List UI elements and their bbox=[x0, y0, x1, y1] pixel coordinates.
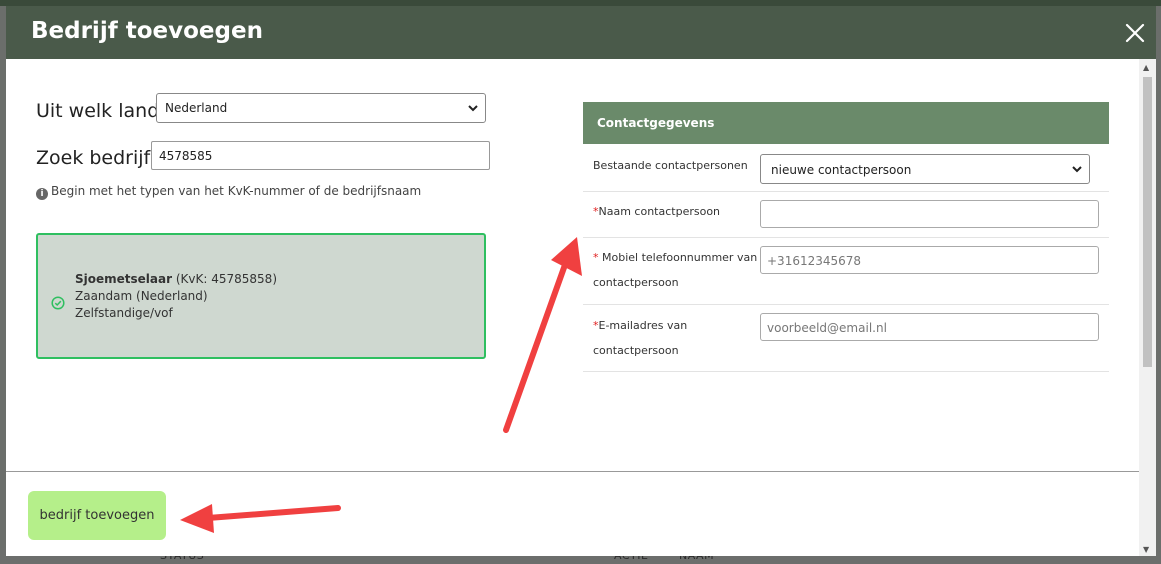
contact-phone-label-line1: Mobiel telefoonnummer van bbox=[602, 251, 758, 264]
add-company-button[interactable]: bedrijf toevoegen bbox=[28, 491, 166, 540]
scroll-up-icon[interactable]: ▲ bbox=[1143, 63, 1149, 72]
search-label: Zoek bedrijf: bbox=[36, 147, 156, 169]
modal-header: Bedrijf toevoegen bbox=[6, 6, 1156, 59]
contact-name-row: *Naam contactpersoon bbox=[583, 192, 1109, 238]
chevron-down-icon bbox=[1072, 166, 1082, 173]
close-button[interactable] bbox=[1120, 18, 1150, 48]
modal-body: Uit welk land: Nederland Zoek bedrijf: 4… bbox=[6, 59, 1139, 471]
existing-contact-select-value: nieuwe contactpersoon bbox=[771, 163, 912, 177]
company-type: Zelfstandige/vof bbox=[75, 306, 173, 320]
scroll-thumb[interactable] bbox=[1143, 77, 1152, 367]
contact-phone-input[interactable]: +31612345678 bbox=[760, 246, 1099, 274]
contact-phone-label-line2: contactpersoon bbox=[593, 276, 679, 289]
contact-email-input[interactable]: voorbeeld@email.nl bbox=[760, 313, 1099, 341]
required-mark: * bbox=[593, 251, 599, 264]
company-name: Sjoemetselaar bbox=[75, 272, 173, 286]
modal-scrollbar[interactable]: ▲ ▼ bbox=[1139, 59, 1156, 556]
info-icon: i bbox=[36, 188, 48, 200]
contact-phone-row: * Mobiel telefoonnummer van contactperso… bbox=[583, 238, 1109, 305]
country-select-value: Nederland bbox=[165, 101, 228, 115]
contact-panel-title: Contactgegevens bbox=[597, 116, 715, 130]
existing-contact-select[interactable]: nieuwe contactpersoon bbox=[760, 154, 1090, 184]
scroll-down-icon[interactable]: ▼ bbox=[1143, 545, 1149, 554]
company-result-card[interactable]: Sjoemetselaar (KvK: 45785858) Zaandam (N… bbox=[36, 233, 486, 359]
contact-email-label: *E-mailadres van contactpersoon bbox=[593, 313, 687, 363]
check-circle-icon bbox=[51, 296, 65, 310]
contact-email-label-line1: E-mailadres van bbox=[598, 319, 688, 332]
company-kvk: (KvK: 45785858) bbox=[175, 272, 277, 286]
country-select[interactable]: Nederland bbox=[156, 93, 486, 123]
close-icon bbox=[1125, 23, 1145, 43]
contact-name-input[interactable] bbox=[760, 200, 1099, 228]
contact-name-label-text: Naam contactpersoon bbox=[598, 205, 721, 218]
existing-contact-label: Bestaande contactpersonen bbox=[593, 159, 748, 172]
add-company-modal: Bedrijf toevoegen Uit welk land: Nederla… bbox=[6, 6, 1156, 556]
footer-divider bbox=[6, 471, 1139, 472]
contact-name-label: *Naam contactpersoon bbox=[593, 199, 720, 224]
modal-title: Bedrijf toevoegen bbox=[31, 18, 263, 44]
contact-email-label-line2: contactpersoon bbox=[593, 344, 679, 357]
search-hint-text: Begin met het typen van het KvK-nummer o… bbox=[51, 184, 422, 198]
contact-email-row: *E-mailadres van contactpersoon voorbeel… bbox=[583, 305, 1109, 372]
company-details: Sjoemetselaar (KvK: 45785858) Zaandam (N… bbox=[75, 271, 277, 322]
contact-panel-header: Contactgegevens bbox=[583, 102, 1109, 144]
country-label: Uit welk land: bbox=[36, 100, 166, 122]
contact-phone-label: * Mobiel telefoonnummer van contactperso… bbox=[593, 245, 757, 295]
company-search-input[interactable]: 4578585 bbox=[151, 141, 490, 170]
existing-contact-row: Bestaande contactpersonen nieuwe contact… bbox=[583, 144, 1109, 192]
chevron-down-icon bbox=[468, 105, 478, 112]
search-hint: i Begin met het typen van het KvK-nummer … bbox=[36, 184, 421, 200]
company-location: Zaandam (Nederland) bbox=[75, 289, 208, 303]
